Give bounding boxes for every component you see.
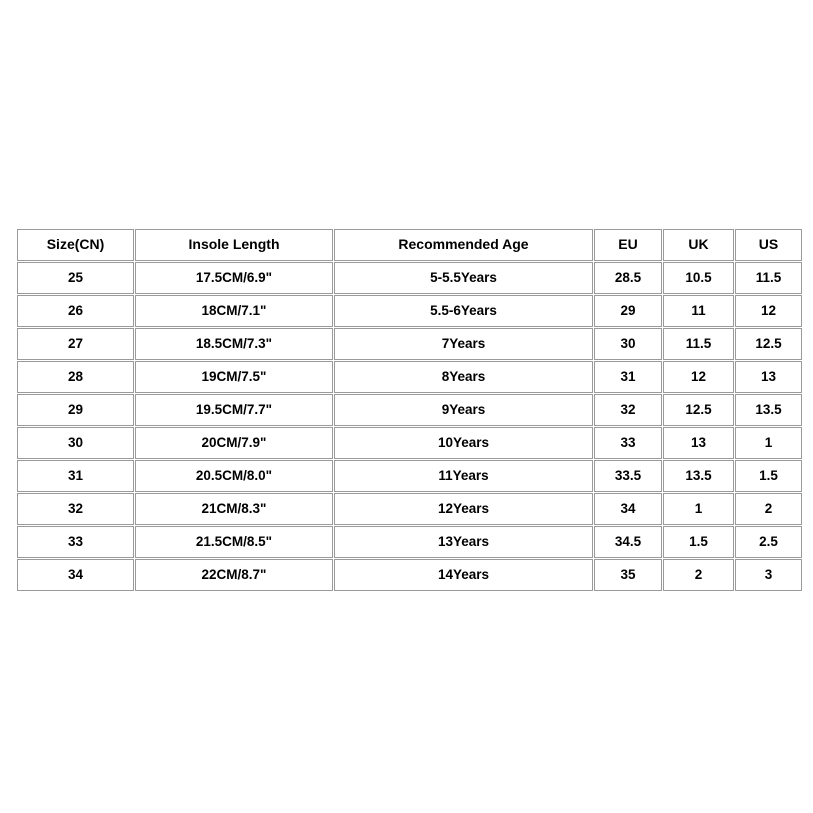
table-row: 25 17.5CM/6.9" 5-5.5Years 28.5 10.5 11.5 — [17, 262, 802, 294]
table-header: Size(CN) Insole Length Recommended Age E… — [17, 229, 802, 261]
column-header-size-cn: Size(CN) — [17, 229, 134, 261]
cell-eu: 31 — [594, 361, 662, 393]
cell-recommended_age: 13Years — [334, 526, 593, 558]
cell-insole_length: 20CM/7.9" — [135, 427, 333, 459]
cell-recommended_age: 9Years — [334, 394, 593, 426]
cell-size_cn: 28 — [17, 361, 134, 393]
cell-insole_length: 22CM/8.7" — [135, 559, 333, 591]
cell-eu: 33 — [594, 427, 662, 459]
cell-insole_length: 19CM/7.5" — [135, 361, 333, 393]
cell-uk: 13 — [663, 427, 734, 459]
cell-uk: 12.5 — [663, 394, 734, 426]
cell-insole_length: 19.5CM/7.7" — [135, 394, 333, 426]
cell-eu: 29 — [594, 295, 662, 327]
cell-size_cn: 25 — [17, 262, 134, 294]
cell-us: 13.5 — [735, 394, 802, 426]
shoe-size-chart-table: Size(CN) Insole Length Recommended Age E… — [16, 228, 803, 592]
cell-uk: 1.5 — [663, 526, 734, 558]
cell-eu: 28.5 — [594, 262, 662, 294]
column-header-uk: UK — [663, 229, 734, 261]
cell-insole_length: 21.5CM/8.5" — [135, 526, 333, 558]
cell-size_cn: 33 — [17, 526, 134, 558]
cell-size_cn: 34 — [17, 559, 134, 591]
cell-recommended_age: 5-5.5Years — [334, 262, 593, 294]
cell-insole_length: 18.5CM/7.3" — [135, 328, 333, 360]
cell-eu: 35 — [594, 559, 662, 591]
cell-us: 13 — [735, 361, 802, 393]
cell-insole_length: 18CM/7.1" — [135, 295, 333, 327]
cell-recommended_age: 7Years — [334, 328, 593, 360]
cell-us: 11.5 — [735, 262, 802, 294]
column-header-us: US — [735, 229, 802, 261]
column-header-recommended-age: Recommended Age — [334, 229, 593, 261]
table-row: 32 21CM/8.3" 12Years 34 1 2 — [17, 493, 802, 525]
table-row: 34 22CM/8.7" 14Years 35 2 3 — [17, 559, 802, 591]
cell-eu: 33.5 — [594, 460, 662, 492]
cell-us: 12.5 — [735, 328, 802, 360]
size-chart-container: Size(CN) Insole Length Recommended Age E… — [16, 228, 803, 592]
cell-uk: 11.5 — [663, 328, 734, 360]
cell-us: 1 — [735, 427, 802, 459]
cell-size_cn: 31 — [17, 460, 134, 492]
cell-recommended_age: 12Years — [334, 493, 593, 525]
cell-size_cn: 29 — [17, 394, 134, 426]
table-row: 27 18.5CM/7.3" 7Years 30 11.5 12.5 — [17, 328, 802, 360]
table-header-row: Size(CN) Insole Length Recommended Age E… — [17, 229, 802, 261]
cell-eu: 32 — [594, 394, 662, 426]
cell-recommended_age: 11Years — [334, 460, 593, 492]
cell-uk: 13.5 — [663, 460, 734, 492]
table-body: 25 17.5CM/6.9" 5-5.5Years 28.5 10.5 11.5 26 18C… — [17, 262, 802, 591]
cell-size_cn: 32 — [17, 493, 134, 525]
cell-us: 3 — [735, 559, 802, 591]
cell-uk: 12 — [663, 361, 734, 393]
cell-insole_length: 17.5CM/6.9" — [135, 262, 333, 294]
cell-size_cn: 26 — [17, 295, 134, 327]
table-row: 26 18CM/7.1" 5.5-6Years 29 11 12 — [17, 295, 802, 327]
cell-us: 2 — [735, 493, 802, 525]
cell-us: 12 — [735, 295, 802, 327]
table-row: 28 19CM/7.5" 8Years 31 12 13 — [17, 361, 802, 393]
cell-us: 2.5 — [735, 526, 802, 558]
cell-size_cn: 30 — [17, 427, 134, 459]
cell-uk: 10.5 — [663, 262, 734, 294]
cell-uk: 2 — [663, 559, 734, 591]
table-row: 30 20CM/7.9" 10Years 33 13 1 — [17, 427, 802, 459]
cell-recommended_age: 14Years — [334, 559, 593, 591]
cell-recommended_age: 5.5-6Years — [334, 295, 593, 327]
table-row: 29 19.5CM/7.7" 9Years 32 12.5 13.5 — [17, 394, 802, 426]
cell-eu: 34.5 — [594, 526, 662, 558]
cell-recommended_age: 8Years — [334, 361, 593, 393]
table-row: 33 21.5CM/8.5" 13Years 34.5 1.5 2.5 — [17, 526, 802, 558]
cell-recommended_age: 10Years — [334, 427, 593, 459]
cell-eu: 30 — [594, 328, 662, 360]
cell-eu: 34 — [594, 493, 662, 525]
cell-insole_length: 20.5CM/8.0" — [135, 460, 333, 492]
column-header-insole-length: Insole Length — [135, 229, 333, 261]
column-header-eu: EU — [594, 229, 662, 261]
cell-us: 1.5 — [735, 460, 802, 492]
cell-uk: 1 — [663, 493, 734, 525]
cell-uk: 11 — [663, 295, 734, 327]
table-row: 31 20.5CM/8.0" 11Years 33.5 13.5 1.5 — [17, 460, 802, 492]
cell-insole_length: 21CM/8.3" — [135, 493, 333, 525]
cell-size_cn: 27 — [17, 328, 134, 360]
